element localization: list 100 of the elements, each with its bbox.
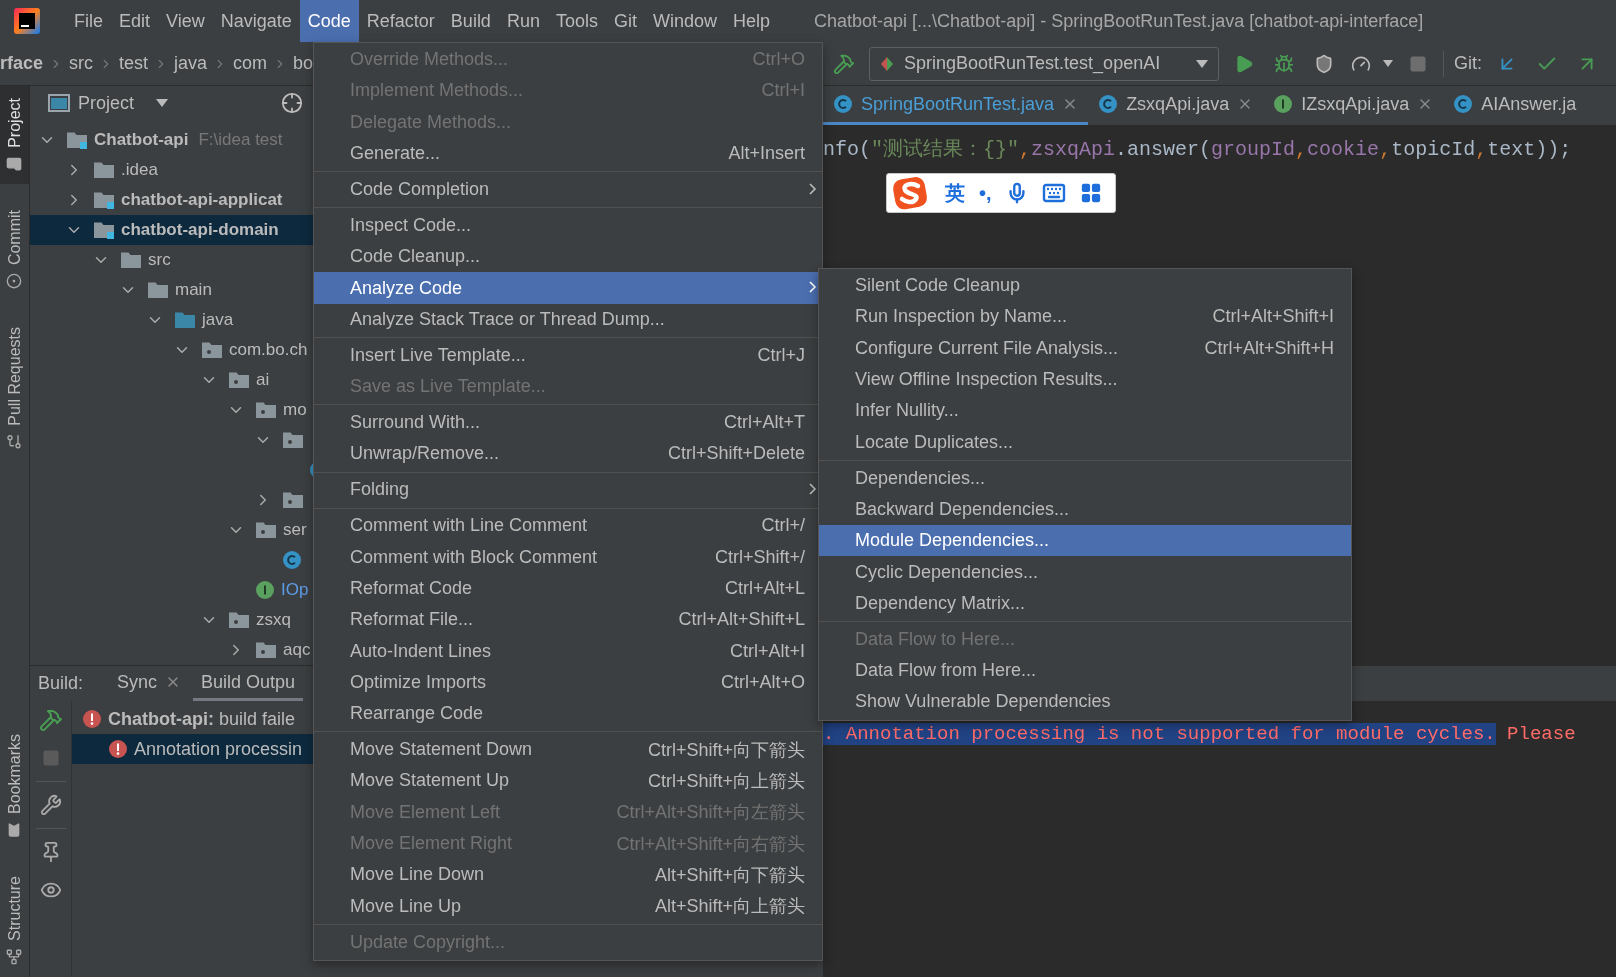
git-label: Git: (1454, 53, 1482, 74)
menu-item[interactable]: Surround With... Ctrl+Alt+T (314, 407, 822, 439)
menu-item[interactable]: Comment with Block Comment Ctrl+Shift+/ (314, 541, 822, 573)
menu-bar-item[interactable]: View (158, 0, 213, 42)
tree-item[interactable]: zsxq (30, 605, 313, 635)
menu-bar-item[interactable]: Navigate (212, 0, 300, 42)
breadcrumb-item[interactable]: com (232, 53, 267, 74)
package-folder-icon (201, 341, 223, 359)
menu-bar-item[interactable]: File (66, 0, 111, 42)
menu-bar-item[interactable]: Window (644, 0, 725, 42)
tree-item[interactable]: aqc (30, 635, 313, 665)
breadcrumb-item[interactable]: java (173, 53, 207, 74)
editor-tab[interactable]: AIAnswer.ja (1443, 86, 1587, 125)
folder-icon (6, 155, 23, 172)
menu-item[interactable]: Reformat File... Ctrl+Alt+Shift+L (314, 604, 822, 636)
wrench-icon[interactable] (39, 794, 62, 816)
menu-item[interactable]: Move Line Up Alt+Shift+向上箭头 (314, 890, 822, 922)
tree-item[interactable]: ai (30, 365, 313, 395)
tree-item[interactable]: mo (30, 395, 313, 425)
menu-bar-item[interactable]: Edit (111, 0, 159, 42)
build-tab[interactable]: Build Outpu (193, 666, 304, 701)
menu-item[interactable]: Cyclic Dependencies... (819, 556, 1351, 588)
run-configuration-dropdown[interactable]: SpringBootRunTest.test_openAI (869, 46, 1219, 81)
menu-bar-item[interactable]: Tools (547, 0, 606, 42)
menu-item[interactable]: Silent Code Cleanup (819, 270, 1351, 302)
menu-item[interactable]: Locate Duplicates... (819, 426, 1351, 458)
menu-item[interactable]: Module Dependencies... (819, 525, 1351, 557)
menu-item[interactable]: Reformat Code Ctrl+Alt+L (314, 572, 822, 605)
tree-item[interactable]: IOp (30, 575, 313, 605)
bug-icon[interactable] (1274, 53, 1294, 74)
editor-tab[interactable]: IZsxqApi.java (1263, 86, 1444, 125)
menu-item[interactable]: Code Cleanup... (314, 241, 822, 273)
error-icon (82, 709, 102, 729)
menu-item[interactable]: Analyze Stack Trace or Thread Dump... (314, 303, 822, 336)
menu-bar-item[interactable]: Run (498, 0, 548, 42)
menu-bar-item[interactable]: Help (725, 0, 779, 42)
module-folder-icon (93, 191, 115, 209)
hammer-icon[interactable] (833, 52, 855, 75)
tool-window-tab[interactable]: Commit (0, 197, 29, 301)
build-tree-item[interactable]: Chatbot-api: build faile (72, 704, 313, 734)
tool-window-tab[interactable]: Bookmarks (0, 722, 29, 851)
hammer-icon[interactable] (38, 708, 63, 732)
menu-item[interactable]: Optimize Imports Ctrl+Alt+O (314, 666, 822, 699)
menu-item[interactable]: Dependencies... (819, 462, 1351, 494)
menu-item[interactable]: Rearrange Code (314, 698, 822, 730)
breadcrumb-item[interactable]: src (69, 53, 93, 74)
menu-item[interactable]: Code Completion (314, 173, 822, 206)
menu-item[interactable]: Data Flow from Here... (819, 654, 1351, 687)
class-icon (833, 94, 853, 114)
menu-item[interactable]: Comment with Line Comment Ctrl+/ (314, 510, 822, 542)
tree-item[interactable]: Chatbot-api F:\idea test (30, 125, 313, 155)
menu-item[interactable]: Infer Nullity... (819, 395, 1351, 427)
menu-item[interactable]: View Offline Inspection Results... (819, 363, 1351, 396)
menu-item[interactable]: Show Vulnerable Dependencies (819, 686, 1351, 718)
menu-bar-item[interactable]: Git (605, 0, 645, 42)
menu-item[interactable]: Move Statement Up Ctrl+Shift+向上箭头 (314, 765, 822, 797)
structure-icon (6, 949, 23, 965)
menu-item[interactable]: Move Statement Down Ctrl+Shift+向下箭头 (314, 734, 822, 766)
grid-icon[interactable] (1079, 182, 1102, 204)
menu-item[interactable]: Move Line Down Alt+Shift+向下箭头 (314, 859, 822, 891)
menu-item[interactable]: Configure Current File Analysis... Ctrl+Alt+Shift+H (819, 332, 1351, 364)
tool-window-tab[interactable]: Pull Requests (0, 314, 29, 462)
menu-item[interactable]: Insert Live Template... Ctrl+J (314, 339, 822, 372)
menu-item[interactable]: Inspect Code... (314, 209, 822, 242)
menu-item[interactable]: Unwrap/Remove... Ctrl+Shift+Delete (314, 438, 822, 470)
menu-bar-item[interactable]: Build (442, 0, 499, 42)
breadcrumb-item[interactable]: test (118, 53, 148, 74)
dropdown-caret-icon[interactable] (1383, 60, 1393, 67)
dropdown-caret-icon[interactable] (156, 99, 169, 107)
app-logo-icon[interactable] (14, 8, 40, 34)
tree-item[interactable]: java (30, 305, 313, 335)
tool-window-tab[interactable]: Project (0, 86, 29, 184)
input-mode-label[interactable]: 英 (945, 179, 965, 207)
tree-item[interactable]: .idea (30, 155, 313, 185)
tool-window-tab[interactable]: Structure (0, 864, 29, 977)
breadcrumb-item[interactable]: rface (0, 53, 44, 74)
run-icon[interactable] (1234, 53, 1254, 74)
menu-bar-item[interactable]: Code (299, 0, 359, 42)
build-tab[interactable]: Sync (109, 666, 190, 701)
menu-item[interactable]: Folding (314, 474, 822, 506)
build-tree-item[interactable]: Annotation processin (72, 734, 313, 764)
menu-item[interactable]: Auto-Indent Lines Ctrl+Alt+I (314, 635, 822, 667)
tree-item[interactable]: chatbot-api-applicat (30, 185, 313, 215)
punctuation-mode-label[interactable]: •, (979, 181, 992, 205)
tree-item[interactable]: src (30, 245, 313, 275)
menu-bar-item[interactable]: Refactor (358, 0, 443, 42)
tree-item[interactable]: com.bo.ch (30, 335, 313, 365)
folder-icon (93, 161, 115, 179)
tree-item[interactable]: main (30, 275, 313, 305)
keyboard-icon[interactable] (1041, 181, 1066, 205)
tree-item[interactable]: ser (30, 515, 313, 545)
menu-item[interactable]: Generate... Alt+Insert (314, 137, 822, 170)
tree-item[interactable]: chatbot-api-domain (30, 215, 313, 245)
breadcrumb-item[interactable]: bo (292, 53, 313, 74)
menu-item[interactable]: Run Inspection by Name... Ctrl+Alt+Shift+I (819, 301, 1351, 333)
menu-item[interactable]: Dependency Matrix... (819, 587, 1351, 619)
editor-tab[interactable]: ZsxqApi.java (1088, 86, 1264, 125)
menu-item[interactable]: Backward Dependencies... (819, 493, 1351, 526)
locate-icon[interactable] (281, 92, 303, 114)
shield-icon[interactable] (1314, 53, 1334, 74)
